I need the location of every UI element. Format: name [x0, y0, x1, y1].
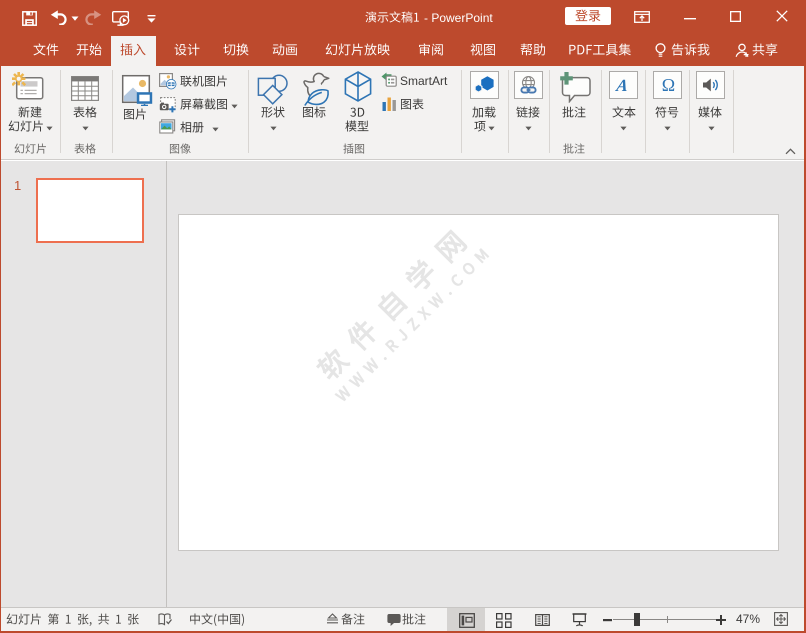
svg-text:Ω: Ω	[661, 76, 674, 94]
svg-text:A: A	[615, 77, 629, 94]
